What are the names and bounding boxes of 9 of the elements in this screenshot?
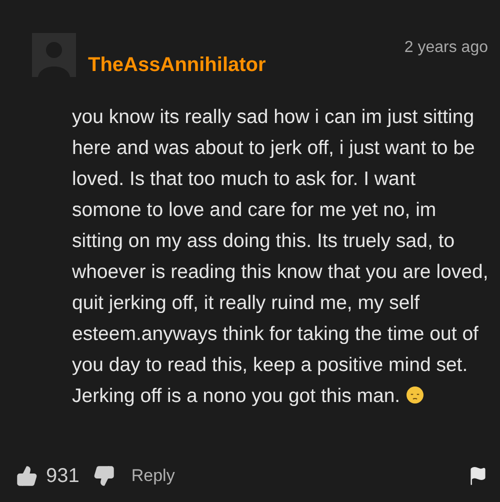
comment-text: you know its really sad how i can im just sitting here and was about to jerk off, i just want to be loved. Is that too much to ask for. I want somone to love and care for me yet no, im sitting on my ass doing this. Its truely sad, to whoever is reading this know that you are loved, quit jerking off, it really ruind me, my self esteem.anyways think for taking the time out of you day to read this, keep a positive mind set. Jerking off is a nono you got this man. [72,105,490,409]
timestamp: 2 years ago [404,38,488,58]
username-link[interactable]: TheAssAnnihilator [88,50,266,80]
sad-face-icon [406,386,424,404]
dislike-button[interactable] [93,465,116,487]
like-button[interactable]: 931 [16,461,80,491]
flag-button[interactable] [468,466,488,486]
reply-button[interactable]: Reply [131,463,175,489]
thumbs-up-icon [16,465,38,487]
